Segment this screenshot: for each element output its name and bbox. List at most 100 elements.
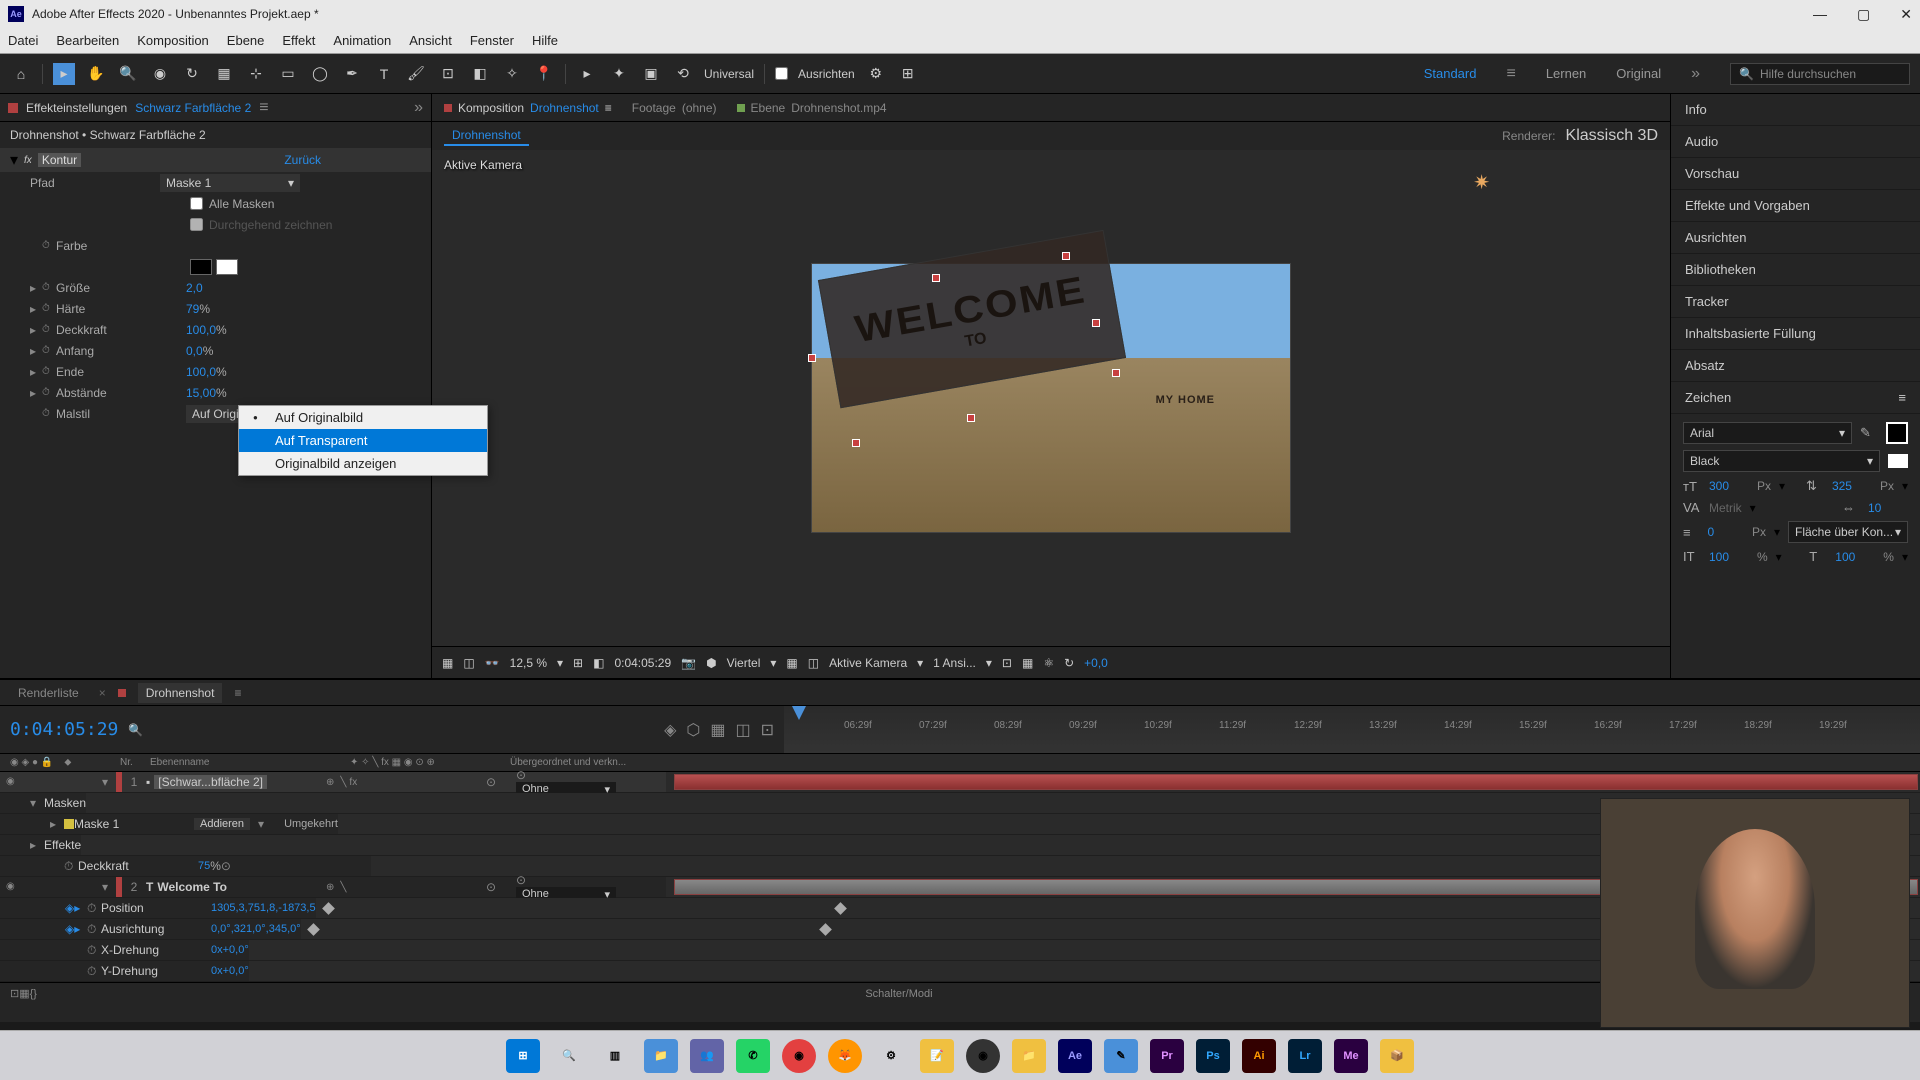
switches-modes[interactable]: Schalter/Modi [865, 988, 932, 1000]
lr-icon[interactable]: Lr [1288, 1039, 1322, 1073]
footer-icon[interactable]: ⊡ [1002, 656, 1012, 670]
tl-footer-icon[interactable]: {} [30, 988, 37, 1000]
tracking[interactable]: 10 [1868, 501, 1908, 515]
menu-hilfe[interactable]: Hilfe [532, 33, 558, 48]
zoom-tool[interactable]: 🔍 [117, 63, 139, 85]
footer-icon[interactable]: ▦ [442, 656, 453, 670]
ae-icon[interactable]: Ae [1058, 1039, 1092, 1073]
anchor-tool[interactable]: ⊹ [245, 63, 267, 85]
panel-menu-icon[interactable]: ≡ [1898, 390, 1906, 405]
vscale[interactable]: 100 [1709, 550, 1749, 564]
me-icon[interactable]: Me [1334, 1039, 1368, 1073]
alle-masken-checkbox[interactable] [190, 197, 203, 210]
font-dropdown[interactable]: Arial▾ [1683, 422, 1852, 444]
tl-footer-icon[interactable]: ▦ [19, 987, 29, 1000]
help-search[interactable]: 🔍 Hilfe durchsuchen [1730, 63, 1910, 85]
menu-bearbeiten[interactable]: Bearbeiten [56, 33, 119, 48]
menu-datei[interactable]: Datei [8, 33, 38, 48]
timecode[interactable]: 0:04:05:29 [10, 719, 118, 740]
rect-tool[interactable]: ▭ [277, 63, 299, 85]
eyedropper-icon[interactable]: ✎ [1860, 425, 1878, 441]
fill-color[interactable] [1886, 422, 1908, 444]
deckkraft-tl-value[interactable]: 75 [198, 860, 210, 872]
playhead[interactable] [792, 706, 806, 720]
snap-icon[interactable]: ⟲ [672, 63, 694, 85]
popup-option-anzeigen[interactable]: Originalbild anzeigen [239, 452, 487, 475]
eraser-tool[interactable]: ◧ [469, 63, 491, 85]
teams-icon[interactable]: 👥 [690, 1039, 724, 1073]
light-icon[interactable]: ✷ [1473, 170, 1490, 195]
snapshot-icon[interactable]: 📷 [681, 656, 696, 670]
camera-tool[interactable]: ▦ [213, 63, 235, 85]
clone-tool[interactable]: ⊡ [437, 63, 459, 85]
visibility-icon[interactable]: ◉ [6, 881, 18, 893]
menu-komposition[interactable]: Komposition [137, 33, 209, 48]
workspace-original[interactable]: Original [1616, 66, 1661, 81]
footer-icon[interactable]: ◫ [808, 656, 819, 670]
transform-handle[interactable] [967, 414, 975, 422]
obs-icon[interactable]: ◉ [966, 1039, 1000, 1073]
panel-zeichen[interactable]: Zeichen [1685, 390, 1731, 405]
task-view[interactable]: ▥ [598, 1039, 632, 1073]
effect-reset[interactable]: Zurück [284, 153, 321, 167]
footer-icon[interactable]: ▦ [786, 656, 797, 670]
menu-ebene[interactable]: Ebene [227, 33, 265, 48]
visibility-icon[interactable]: ◉ [6, 776, 18, 788]
color-swatch[interactable] [216, 259, 238, 275]
canvas[interactable]: WELCOME TO MY HOME [811, 263, 1291, 533]
groesse-value[interactable]: 2,0 [186, 281, 203, 295]
panel-info[interactable]: Info [1671, 94, 1920, 126]
panel-menu-icon[interactable]: » [414, 99, 423, 117]
tab-drohnenshot[interactable]: Drohnenshot [138, 683, 223, 703]
workspace-lernen[interactable]: Lernen [1546, 66, 1586, 81]
composition-viewer[interactable]: Aktive Kamera ✷ WELCOME TO MY HOME [432, 150, 1670, 646]
transform-handle[interactable] [852, 439, 860, 447]
type-tool[interactable]: T [373, 63, 395, 85]
panel-vorschau[interactable]: Vorschau [1671, 158, 1920, 190]
hscale[interactable]: 100 [1835, 550, 1875, 564]
transform-handle[interactable] [932, 274, 940, 282]
weight-dropdown[interactable]: Black▾ [1683, 450, 1880, 472]
tl-icon[interactable]: ◫ [735, 720, 750, 740]
maximize-button[interactable]: ▢ [1857, 6, 1870, 23]
tl-icon[interactable]: ◈ [664, 720, 676, 740]
comp-tab[interactable]: KompositionDrohnenshot≡ [444, 101, 612, 115]
pr-icon[interactable]: Pr [1150, 1039, 1184, 1073]
hand-tool[interactable]: ✋ [85, 63, 107, 85]
keyframe[interactable] [819, 923, 832, 936]
menu-animation[interactable]: Animation [333, 33, 391, 48]
transform-handle[interactable] [808, 354, 816, 362]
footer-icon[interactable]: 👓 [485, 656, 500, 670]
layer-bar[interactable] [674, 774, 1918, 790]
pen-tool[interactable]: ✒ [341, 63, 363, 85]
workspace-standard[interactable]: Standard [1424, 66, 1477, 81]
time-value[interactable]: 0:04:05:29 [614, 656, 671, 670]
footer-icon[interactable]: ▦ [1022, 656, 1033, 670]
transform-handle[interactable] [1062, 252, 1070, 260]
minimize-button[interactable]: — [1813, 6, 1827, 23]
effects-tab-label[interactable]: Effekteinstellungen [26, 101, 127, 115]
close-button[interactable]: ✕ [1900, 6, 1912, 23]
local-axis-icon[interactable]: ▸ [576, 63, 598, 85]
sign-layer[interactable]: WELCOME TO [818, 230, 1126, 408]
align-checkbox[interactable] [775, 67, 788, 80]
orbit-tool[interactable]: ◉ [149, 63, 171, 85]
keyframe[interactable] [834, 902, 847, 915]
res-dropdown[interactable]: Viertel [727, 656, 761, 670]
start-button[interactable]: ⊞ [506, 1039, 540, 1073]
keyframe[interactable] [307, 923, 320, 936]
app-icon[interactable]: ⚙ [874, 1039, 908, 1073]
whatsapp-icon[interactable]: ✆ [736, 1039, 770, 1073]
ydrehung-value[interactable]: 0x+0,0° [211, 965, 249, 977]
footer-icon[interactable]: ↻ [1064, 656, 1074, 670]
abstaende-value[interactable]: 15,00 [186, 386, 216, 400]
footer-icon[interactable]: ◫ [463, 656, 474, 670]
ai-icon[interactable]: Ai [1242, 1039, 1276, 1073]
stroke-width[interactable]: 0 [1707, 525, 1744, 539]
view-dropdown[interactable]: Aktive Kamera [829, 656, 907, 670]
position-value[interactable]: 1305,3,751,8,-1873,5 [211, 902, 316, 914]
roto-tool[interactable]: ✧ [501, 63, 523, 85]
haerte-value[interactable]: 79 [186, 302, 199, 316]
popup-option-originalbild[interactable]: Auf Originalbild [239, 406, 487, 429]
world-axis-icon[interactable]: ✦ [608, 63, 630, 85]
